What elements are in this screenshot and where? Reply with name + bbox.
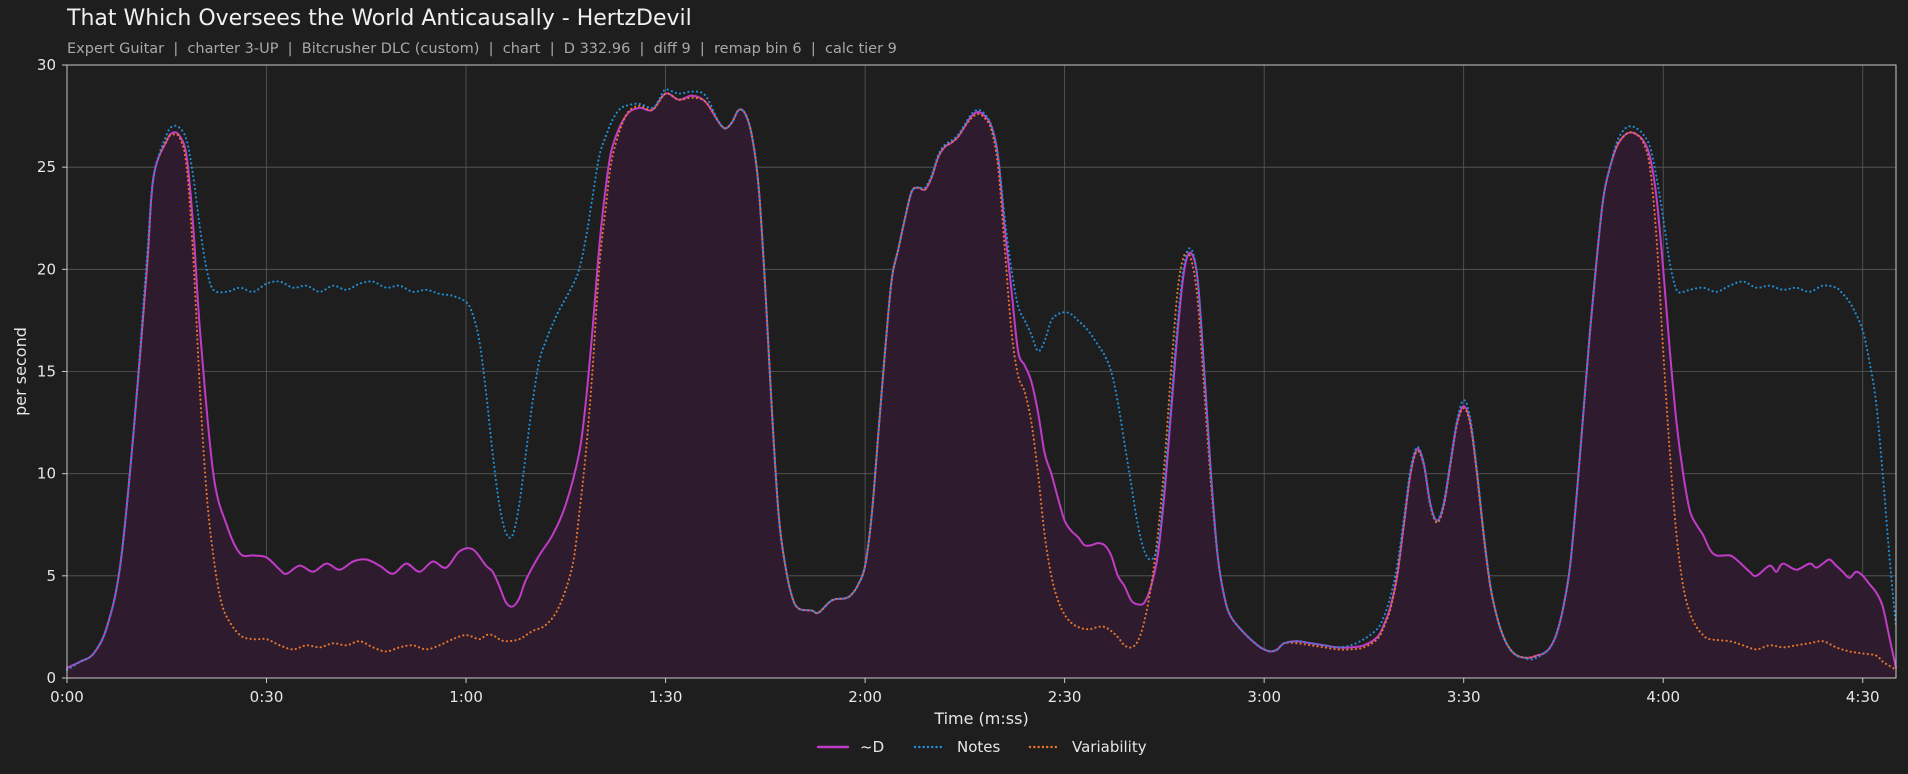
x-tick-label: 0:00 [50,688,84,706]
x-tick-label: 3:00 [1247,688,1281,706]
y-tick-label: 0 [46,669,56,687]
y-tick-label: 15 [37,363,56,381]
x-tick-label: 0:30 [250,688,284,706]
y-tick-label: 5 [46,567,56,585]
legend: ~D Notes Variability [816,738,1147,756]
x-tick-label: 1:30 [649,688,683,706]
y-tick-label: 10 [37,465,56,483]
y-axis-label: per second [11,327,30,416]
x-tick-label: 2:30 [1048,688,1082,706]
x-tick-label: 2:00 [848,688,882,706]
x-tick-label: 1:00 [449,688,483,706]
x-tick-label: 4:00 [1646,688,1680,706]
y-tick-label: 25 [37,158,56,176]
chart-canvas: 0:00 0:30 1:00 1:30 2:00 2:30 3:00 3:30 4:00 4:30… [11,56,1898,756]
legend-label: Notes [957,738,1001,756]
x-tick-label: 4:30 [1846,688,1880,706]
difficulty-area [67,93,1896,679]
y-tick-label: 30 [37,56,56,74]
legend-label: Variability [1072,738,1147,756]
legend-label: ~D [860,738,884,756]
series-fill-difficulty [67,93,1896,679]
x-axis-label: Time (m:ss) [933,709,1028,728]
x-tick-label: 3:30 [1447,688,1481,706]
y-tick-label: 20 [37,260,56,278]
